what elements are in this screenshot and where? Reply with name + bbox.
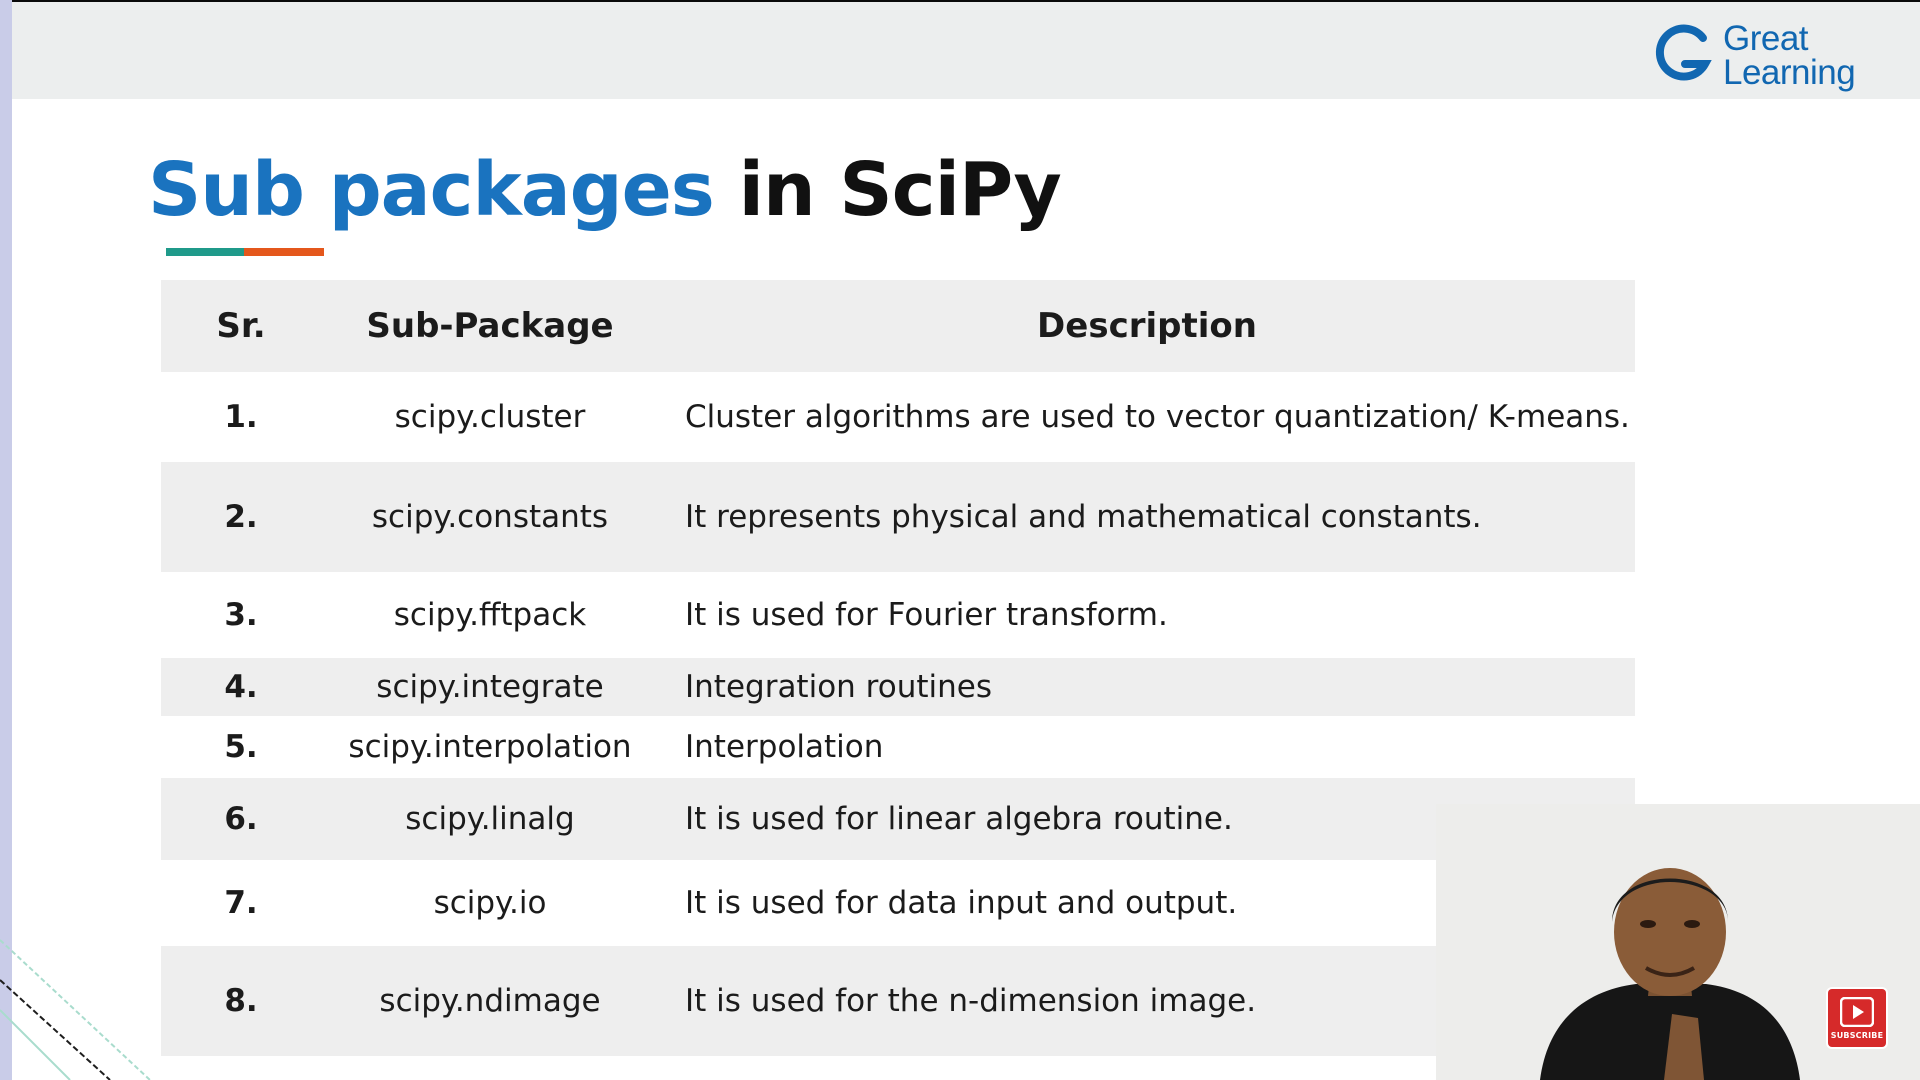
great-learning-g-icon	[1655, 24, 1712, 81]
table-row: 3. scipy.fftpack It is used for Fourier …	[161, 572, 1635, 658]
row-package: scipy.constants	[371, 499, 609, 535]
row-sr: 3.	[224, 597, 258, 633]
row-package: scipy.interpolation	[348, 729, 632, 765]
row-sr: 2.	[224, 499, 258, 535]
table-row: 5. scipy.interpolation Interpolation	[161, 716, 1635, 778]
table-row: 1. scipy.cluster Cluster algorithms are …	[161, 372, 1635, 462]
play-icon	[1840, 997, 1874, 1027]
row-package: scipy.integrate	[376, 669, 604, 705]
row-package: scipy.cluster	[394, 399, 586, 435]
row-sr: 4.	[224, 669, 258, 705]
row-package: scipy.io	[433, 885, 547, 921]
row-description: Interpolation	[685, 729, 884, 765]
slide-header-band	[0, 0, 1920, 99]
title-underline-orange	[244, 248, 324, 256]
logo-line-2: Learning	[1723, 53, 1856, 92]
table-row: 7. scipy.io It is used for data input an…	[161, 860, 1635, 946]
row-package: scipy.ndimage	[379, 983, 601, 1019]
row-sr: 5.	[224, 729, 258, 765]
header-sr: Sr.	[216, 306, 266, 346]
subscribe-button[interactable]: SUBSCRIBE	[1828, 989, 1886, 1047]
row-description: It represents physical and mathematical …	[685, 499, 1482, 535]
subpackage-table: Sr. Sub-Package Description 1. scipy.clu…	[161, 280, 1635, 1056]
table-row: 8. scipy.ndimage It is used for the n-di…	[161, 946, 1635, 1056]
row-sr: 7.	[224, 885, 258, 921]
great-learning-logo: Great Learning	[1655, 19, 1885, 98]
row-package: scipy.linalg	[405, 801, 575, 837]
row-sr: 1.	[224, 399, 258, 435]
logo-line-1: Great	[1723, 19, 1809, 58]
decorative-lines	[0, 939, 151, 1080]
row-description: Integration routines	[685, 669, 992, 705]
table-row: 6. scipy.linalg It is used for linear al…	[161, 778, 1635, 860]
slide-title-rest: in SciPy	[738, 147, 1062, 233]
row-package: scipy.fftpack	[393, 597, 587, 633]
title-underline-teal	[166, 248, 244, 256]
left-edge-strip	[0, 0, 12, 1080]
header-description: Description	[1037, 306, 1257, 346]
table-header-row: Sr. Sub-Package Description	[161, 280, 1635, 372]
row-sr: 8.	[224, 983, 258, 1019]
slide-title: Sub packages in SciPy	[148, 142, 1062, 238]
slide-title-accent: Sub packages	[148, 147, 715, 233]
row-sr: 6.	[224, 801, 258, 837]
row-description: Cluster algorithms are used to vector qu…	[685, 399, 1630, 435]
subscribe-label: SUBSCRIBE	[1830, 1031, 1884, 1040]
header-sub-package: Sub-Package	[366, 306, 614, 346]
table-row: 2. scipy.constants It represents physica…	[161, 462, 1635, 572]
table-row: 4. scipy.integrate Integration routines	[161, 658, 1635, 716]
logo-wordmark: Great Learning	[1723, 19, 1856, 92]
row-description: It is used for Fourier transform.	[685, 597, 1168, 633]
